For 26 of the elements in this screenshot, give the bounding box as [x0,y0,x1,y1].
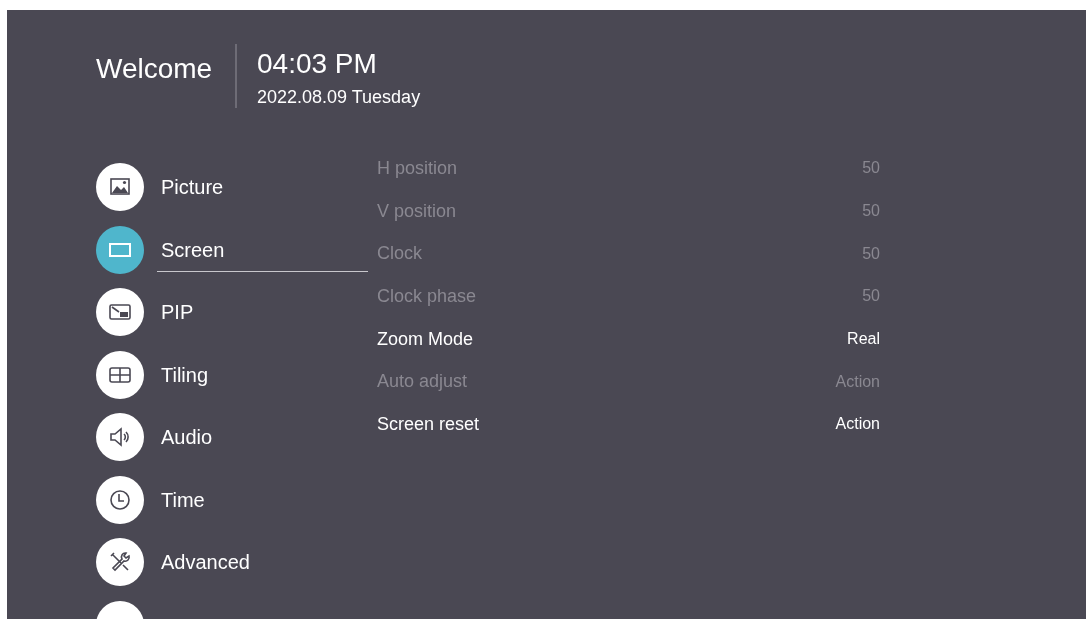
menu-item[interactable]: Tiling [157,353,209,397]
date-text: 2022.08.09 Tuesday [257,86,421,109]
menu-item[interactable]: PIP [157,290,194,334]
clock-icon [96,475,144,524]
setting-label[interactable]: Screen reset [377,410,480,438]
setting-value: Real [847,329,880,350]
welcome-title: Welcome [96,52,214,86]
menu-item[interactable]: Time [157,478,205,522]
screen-icon [96,225,144,274]
setting-value: 50 [862,286,880,307]
tools-icon [96,538,144,587]
setting-value: 50 [862,158,880,179]
pip-icon [96,288,144,337]
setting-value: Action [835,414,880,435]
setting-value: 50 [862,201,880,222]
grid-icon [96,350,144,399]
menu-item[interactable]: Screen [157,229,368,273]
menu-item[interactable]: Advanced [157,540,250,584]
setting-value: 50 [862,243,880,264]
speaker-icon [96,413,144,462]
clock-time: 04:03 PM [257,47,378,81]
menu-item[interactable]: Picture [157,165,224,209]
setting-label[interactable]: Zoom Mode [377,325,474,353]
setting-value: Action [835,371,880,392]
menu-item[interactable]: Audio [157,415,213,459]
picture-icon [96,163,144,212]
